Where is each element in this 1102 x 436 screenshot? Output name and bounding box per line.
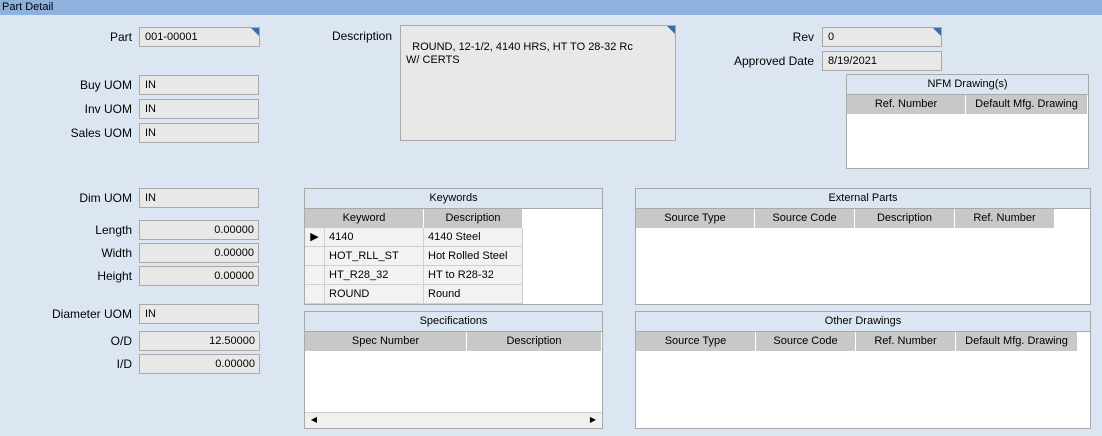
keywords-col-keyword[interactable]: Keyword <box>305 209 424 228</box>
dim-uom-label: Dim UOM <box>79 191 132 205</box>
window-title: Part Detail <box>0 0 1102 15</box>
keyword-description-cell[interactable]: HT to R28-32 <box>424 266 523 285</box>
nfm-col-ref-number[interactable]: Ref. Number <box>847 95 966 114</box>
horizontal-scrollbar[interactable]: ◀ ▶ <box>305 412 602 428</box>
buy-uom-label: Buy UOM <box>79 78 132 92</box>
width-field[interactable]: 0.00000 <box>139 243 259 263</box>
part-field[interactable]: 001-00001 <box>139 27 260 47</box>
approved-date-field[interactable]: 8/19/2021 <box>822 51 942 71</box>
row-selector[interactable] <box>305 285 325 304</box>
rev-field[interactable]: 0 <box>822 27 942 47</box>
height-field[interactable]: 0.00000 <box>139 266 259 286</box>
inv-uom-label: Inv UOM <box>84 102 132 116</box>
specifications-col-spec-number[interactable]: Spec Number <box>305 332 467 351</box>
sales-uom-field[interactable]: IN <box>139 123 259 143</box>
external-parts-col-ref-number[interactable]: Ref. Number <box>955 209 1055 228</box>
description-label: Description <box>331 29 392 43</box>
specifications-col-description[interactable]: Description <box>467 332 602 351</box>
keywords-panel: Keywords Keyword Description ▶ 4140 4140… <box>304 188 603 305</box>
other-drawings-col-default-mfg-drawing[interactable]: Default Mfg. Drawing <box>956 332 1078 351</box>
sales-uom-label: Sales UOM <box>70 126 132 140</box>
table-row[interactable]: ROUND Round <box>305 285 523 304</box>
od-field[interactable]: 12.50000 <box>139 331 260 351</box>
diameter-uom-field[interactable]: IN <box>139 304 259 324</box>
external-parts-col-source-code[interactable]: Source Code <box>755 209 855 228</box>
specifications-panel: Specifications Spec Number Description ◀… <box>304 311 603 429</box>
row-selector[interactable] <box>305 247 325 266</box>
scroll-right-icon[interactable]: ▶ <box>586 413 600 427</box>
inv-uom-field[interactable]: IN <box>139 99 259 119</box>
part-value: 001-00001 <box>145 31 198 43</box>
part-label: Part <box>109 30 132 44</box>
keyword-description-cell[interactable]: Round <box>424 285 523 304</box>
description-value: ROUND, 12-1/2, 4140 HRS, HT TO 28-32 Rc … <box>406 41 633 66</box>
external-parts-title: External Parts <box>636 189 1090 209</box>
keywords-col-description[interactable]: Description <box>424 209 523 228</box>
keyword-cell[interactable]: ROUND <box>325 285 424 304</box>
lookup-corner-icon <box>933 28 941 36</box>
lookup-corner-icon <box>667 26 675 34</box>
keyword-cell[interactable]: HOT_RLL_ST <box>325 247 424 266</box>
other-drawings-title: Other Drawings <box>636 312 1090 332</box>
row-selector[interactable] <box>305 266 325 285</box>
external-parts-panel: External Parts Source Type Source Code D… <box>635 188 1091 305</box>
rev-label: Rev <box>792 30 814 44</box>
specifications-title: Specifications <box>305 312 602 332</box>
scroll-left-icon[interactable]: ◀ <box>307 413 321 427</box>
description-field[interactable]: ROUND, 12-1/2, 4140 HRS, HT TO 28-32 Rc … <box>400 25 676 141</box>
od-label: O/D <box>110 334 132 348</box>
keyword-description-cell[interactable]: 4140 Steel <box>424 228 523 247</box>
row-pointer-icon: ▶ <box>305 228 325 247</box>
keyword-description-cell[interactable]: Hot Rolled Steel <box>424 247 523 266</box>
other-drawings-col-ref-number[interactable]: Ref. Number <box>856 332 956 351</box>
external-parts-col-source-type[interactable]: Source Type <box>636 209 755 228</box>
id-label: I/D <box>116 357 132 371</box>
other-drawings-panel: Other Drawings Source Type Source Code R… <box>635 311 1091 429</box>
length-label: Length <box>95 223 132 237</box>
other-drawings-col-source-code[interactable]: Source Code <box>756 332 856 351</box>
dim-uom-field[interactable]: IN <box>139 188 259 208</box>
other-drawings-col-source-type[interactable]: Source Type <box>636 332 756 351</box>
buy-uom-field[interactable]: IN <box>139 75 259 95</box>
external-parts-col-description[interactable]: Description <box>855 209 955 228</box>
nfm-drawings-title: NFM Drawing(s) <box>847 75 1088 95</box>
width-label: Width <box>101 246 132 260</box>
table-row[interactable]: ▶ 4140 4140 Steel <box>305 228 523 247</box>
keyword-cell[interactable]: 4140 <box>325 228 424 247</box>
table-row[interactable]: HT_R28_32 HT to R28-32 <box>305 266 523 285</box>
keyword-cell[interactable]: HT_R28_32 <box>325 266 424 285</box>
nfm-drawings-panel: NFM Drawing(s) Ref. Number Default Mfg. … <box>846 74 1089 169</box>
length-field[interactable]: 0.00000 <box>139 220 259 240</box>
nfm-col-default-mfg-drawing[interactable]: Default Mfg. Drawing <box>966 95 1088 114</box>
height-label: Height <box>97 269 132 283</box>
approved-date-label: Approved Date <box>733 54 814 68</box>
keywords-title: Keywords <box>305 189 602 209</box>
table-row[interactable]: HOT_RLL_ST Hot Rolled Steel <box>305 247 523 266</box>
id-field[interactable]: 0.00000 <box>139 354 260 374</box>
lookup-corner-icon <box>251 28 259 36</box>
diameter-uom-label: Diameter UOM <box>51 307 132 321</box>
rev-value: 0 <box>828 31 835 43</box>
